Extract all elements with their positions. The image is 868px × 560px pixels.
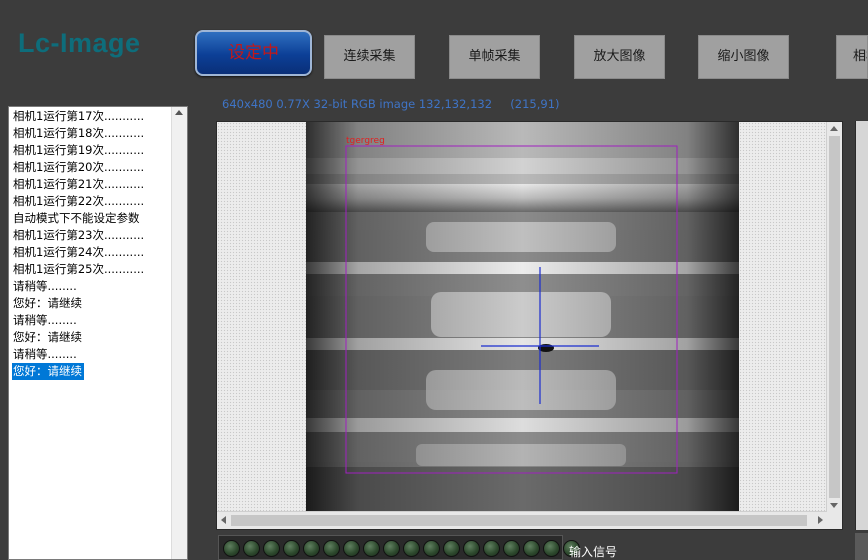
input-led-icon: [503, 540, 520, 557]
scroll-down-icon[interactable]: [830, 503, 838, 508]
log-scrollbar[interactable]: [171, 107, 187, 559]
bottom-right-panel: [855, 533, 868, 560]
log-item-text: 请稍等........: [13, 279, 77, 293]
single-frame-capture-button[interactable]: 单帧采集: [449, 35, 540, 79]
scroll-right-icon[interactable]: [818, 516, 823, 524]
scroll-left-icon[interactable]: [221, 516, 226, 524]
setting-button[interactable]: 设定中: [195, 30, 312, 76]
image-viewer[interactable]: tgergreg: [216, 121, 843, 530]
input-led-icon: [363, 540, 380, 557]
input-led-icon: [243, 540, 260, 557]
roi-label: tgergreg: [346, 136, 385, 146]
log-item-text: 请稍等........: [13, 313, 77, 327]
input-signal-panel: [218, 535, 580, 560]
log-item-text: 相机1运行第23次...........: [13, 228, 145, 242]
viewer-vertical-scrollbar[interactable]: [826, 122, 842, 512]
log-item-text: 相机1运行第17次...........: [13, 109, 145, 123]
input-led-icon: [523, 540, 540, 557]
log-item[interactable]: 请稍等........: [12, 346, 172, 363]
log-item[interactable]: 相机1运行第17次...........: [12, 108, 172, 125]
zoom-out-button[interactable]: 缩小图像: [698, 35, 789, 79]
input-led-icon: [543, 540, 560, 557]
input-led-icon: [423, 540, 440, 557]
log-item-text: 您好：请继续: [13, 330, 82, 344]
log-item[interactable]: 请稍等........: [12, 312, 172, 329]
log-item-text: 相机1运行第22次...........: [13, 194, 145, 208]
log-list[interactable]: 相机1运行第17次........... 相机1运行第18次...........…: [12, 108, 172, 381]
log-item[interactable]: 请稍等........: [12, 278, 172, 295]
log-item-text: 请稍等........: [13, 347, 77, 361]
vertical-scroll-thumb[interactable]: [829, 136, 840, 498]
log-item[interactable]: 相机1运行第19次...........: [12, 142, 172, 159]
input-led-icon: [283, 540, 300, 557]
input-led-icon: [403, 540, 420, 557]
app-logo: Lc-Image: [18, 28, 141, 58]
log-item[interactable]: 相机1运行第18次...........: [12, 125, 172, 142]
image-status-line: 640x480 0.77X 32-bit RGB image 132,132,1…: [222, 97, 560, 111]
log-item-text: 相机1运行第21次...........: [13, 177, 145, 191]
log-item-text: 相机1运行第24次...........: [13, 245, 145, 259]
input-led-icon: [383, 540, 400, 557]
log-item[interactable]: 相机1运行第23次...........: [12, 227, 172, 244]
log-item[interactable]: 自动模式下不能设定参数: [12, 210, 172, 227]
log-item-text: 相机1运行第25次...........: [13, 262, 145, 276]
input-led-icon: [443, 540, 460, 557]
input-led-icon: [263, 540, 280, 557]
scroll-up-icon[interactable]: [175, 110, 183, 115]
log-item[interactable]: 您好：请继续: [12, 329, 172, 346]
log-item[interactable]: 相机1运行第24次...........: [12, 244, 172, 261]
log-item[interactable]: 您好：请继续: [12, 295, 172, 312]
log-item-text: 相机1运行第20次...........: [13, 160, 145, 174]
log-item[interactable]: 相机1运行第25次...........: [12, 261, 172, 278]
scroll-corner: [827, 512, 842, 529]
horizontal-scroll-thumb[interactable]: [231, 515, 807, 526]
log-item-text: 相机1运行第18次...........: [13, 126, 145, 140]
input-led-icon: [483, 540, 500, 557]
log-item-text: 相机1运行第19次...........: [13, 143, 145, 157]
camera-image[interactable]: tgergreg: [306, 122, 739, 515]
input-led-icon: [343, 540, 360, 557]
log-item[interactable]: 您好：请继续: [12, 363, 172, 381]
log-item[interactable]: 相机1运行第21次...........: [12, 176, 172, 193]
input-led-icon: [323, 540, 340, 557]
log-item-text: 您好：请继续: [13, 296, 82, 310]
input-led-icon: [223, 540, 240, 557]
log-item[interactable]: 相机1运行第20次...........: [12, 159, 172, 176]
viewer-horizontal-scrollbar[interactable]: [217, 511, 827, 529]
scroll-up-icon[interactable]: [830, 126, 838, 131]
viewer-background-right: [739, 122, 829, 512]
camera-button[interactable]: 相机: [836, 35, 868, 79]
led-row: [223, 540, 580, 557]
viewer-background-left: [217, 122, 306, 512]
continuous-capture-button[interactable]: 连续采集: [324, 35, 415, 79]
log-list-panel[interactable]: 相机1运行第17次........... 相机1运行第18次...........…: [8, 106, 188, 560]
log-item[interactable]: 相机1运行第22次...........: [12, 193, 172, 210]
input-led-icon: [303, 540, 320, 557]
log-item-text: 自动模式下不能设定参数: [13, 211, 140, 225]
input-signal-label: 输入信号: [569, 545, 618, 559]
secondary-viewer-edge: [855, 121, 868, 530]
zoom-in-button[interactable]: 放大图像: [574, 35, 665, 79]
log-item-text: 您好：请继续: [12, 363, 84, 381]
input-led-icon: [463, 540, 480, 557]
